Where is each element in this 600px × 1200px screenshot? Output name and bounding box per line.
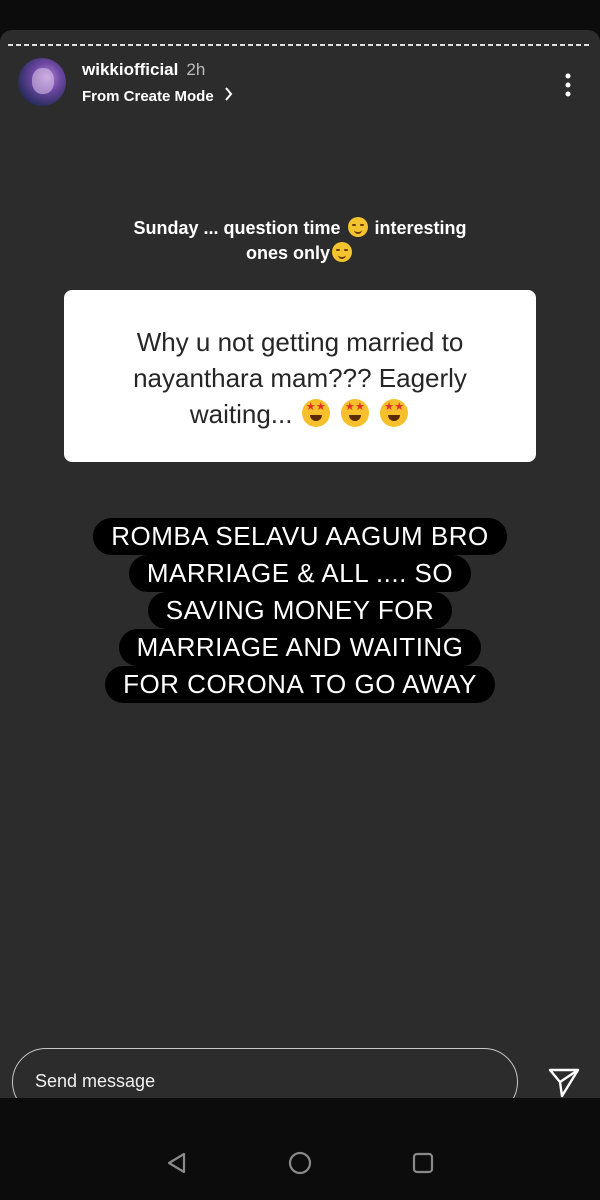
- answer-line: ROMBA SELAVU AAGUM BRO: [93, 518, 507, 555]
- phone-screen: wikkiofficial 2h From Create Mode Sunday …: [0, 0, 600, 1200]
- question-line-3: waiting...: [189, 399, 293, 429]
- story-header: wikkiofficial 2h From Create Mode: [18, 58, 582, 110]
- star-struck-emoji: [380, 399, 409, 427]
- monocle-face-emoji: [347, 217, 368, 237]
- question-sticker: Why u not getting married to nayanthara …: [64, 290, 536, 462]
- answer-line: MARRIAGE & ALL .... SO: [128, 555, 472, 592]
- story-progress-bar: [8, 44, 592, 46]
- answer-line: FOR CORONA TO GO AWAY: [105, 666, 495, 703]
- username-line: wikkiofficial 2h: [82, 60, 205, 80]
- back-triangle-icon[interactable]: [164, 1150, 190, 1176]
- username[interactable]: wikkiofficial: [82, 60, 178, 79]
- profile-avatar[interactable]: [18, 58, 66, 106]
- post-time: 2h: [186, 60, 206, 79]
- home-circle-icon[interactable]: [287, 1150, 313, 1176]
- answer-text: ROMBA SELAVU AAGUM BRO MARRIAGE & ALL ..…: [60, 518, 540, 703]
- paper-plane-icon[interactable]: [548, 1066, 580, 1098]
- answer-line: MARRIAGE AND WAITING: [118, 629, 482, 666]
- create-mode-label: From Create Mode: [82, 87, 214, 105]
- story-caption: Sunday ... question time interesting one…: [90, 216, 510, 266]
- create-mode-link[interactable]: From Create Mode: [82, 87, 233, 105]
- relieved-face-emoji: [332, 242, 352, 262]
- question-line-1: Why u not getting married to: [136, 327, 464, 357]
- message-placeholder: Send message: [35, 1071, 156, 1091]
- caption-text-1: Sunday ... question time: [133, 218, 341, 238]
- star-struck-emoji: [301, 399, 330, 427]
- chevron-right-icon: [224, 87, 233, 105]
- more-options-button[interactable]: [558, 70, 578, 100]
- star-struck-emoji: [340, 399, 369, 427]
- send-message-input[interactable]: Send message: [12, 1048, 518, 1098]
- question-line-2: nayanthara mam??? Eagerly: [133, 363, 467, 393]
- android-navigation-bar: [0, 1098, 600, 1200]
- story-viewer[interactable]: wikkiofficial 2h From Create Mode Sunday …: [0, 30, 600, 1098]
- caption-text-2: interesting: [374, 218, 467, 238]
- answer-line: SAVING MONEY FOR: [147, 592, 453, 629]
- caption-text-3: ones only: [245, 243, 330, 263]
- more-vertical-icon: [565, 73, 571, 97]
- recents-square-icon[interactable]: [410, 1150, 436, 1176]
